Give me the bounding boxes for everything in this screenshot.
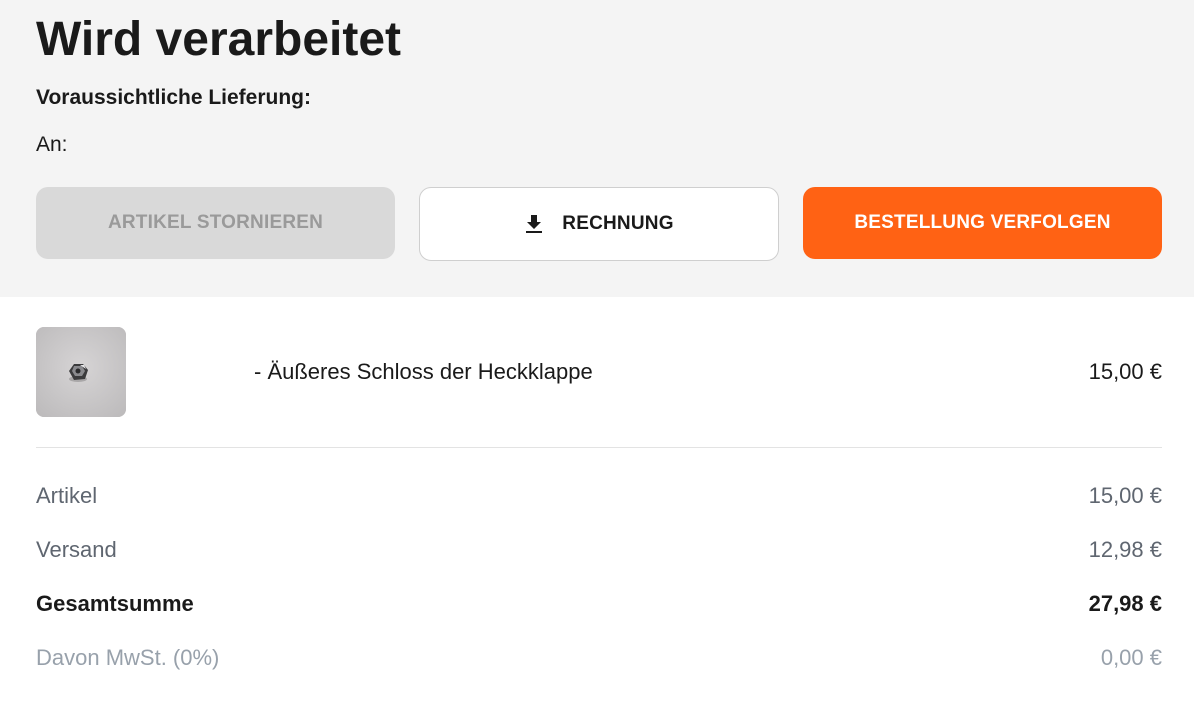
summary-items-value: 15,00 € [1088,483,1162,508]
summary-total-value: 27,98 € [1088,591,1162,616]
product-image[interactable] [36,327,126,417]
order-item: - Äußeres Schloss der Heckklappe 15,00 € [36,327,1162,417]
summary-shipping-label: Versand [36,537,117,562]
summary-shipping-value: 12,98 € [1088,537,1162,562]
summary-total-label: Gesamtsumme [36,591,194,616]
track-order-button[interactable]: BESTELLUNG VERFOLGEN [803,187,1162,259]
track-order-button-label: BESTELLUNG VERFOLGEN [854,212,1111,233]
summary-shipping-row: Versand 12,98 € [36,535,1162,565]
divider [36,447,1162,448]
page-title: Wird verarbeitet [36,13,402,66]
cancel-item-button[interactable]: ARTIKEL STORNIEREN [36,187,395,259]
estimated-delivery-label: Voraussichtliche Lieferung: [36,86,311,109]
summary-tax-row: Davon MwSt. (0%) 0,00 € [36,643,1162,673]
summary-total-row: Gesamtsumme 27,98 € [36,589,1162,619]
product-name[interactable]: - Äußeres Schloss der Heckklappe [254,358,593,386]
cancel-item-button-label: ARTIKEL STORNIEREN [107,212,324,233]
summary-tax-label: Davon MwSt. (0%) [36,645,220,670]
invoice-button-label: RECHNUNG [562,213,674,234]
download-icon [524,214,544,234]
summary-tax-value: 0,00 € [1100,645,1162,670]
recipient-label: An: [36,133,68,156]
product-price: 15,00 € [1088,359,1162,384]
invoice-button[interactable]: RECHNUNG [419,187,779,261]
summary-items-label: Artikel [36,483,98,508]
order-status-header: Wird verarbeitet Voraussichtliche Liefer… [0,0,1194,297]
summary-items-row: Artikel 15,00 € [36,481,1162,511]
